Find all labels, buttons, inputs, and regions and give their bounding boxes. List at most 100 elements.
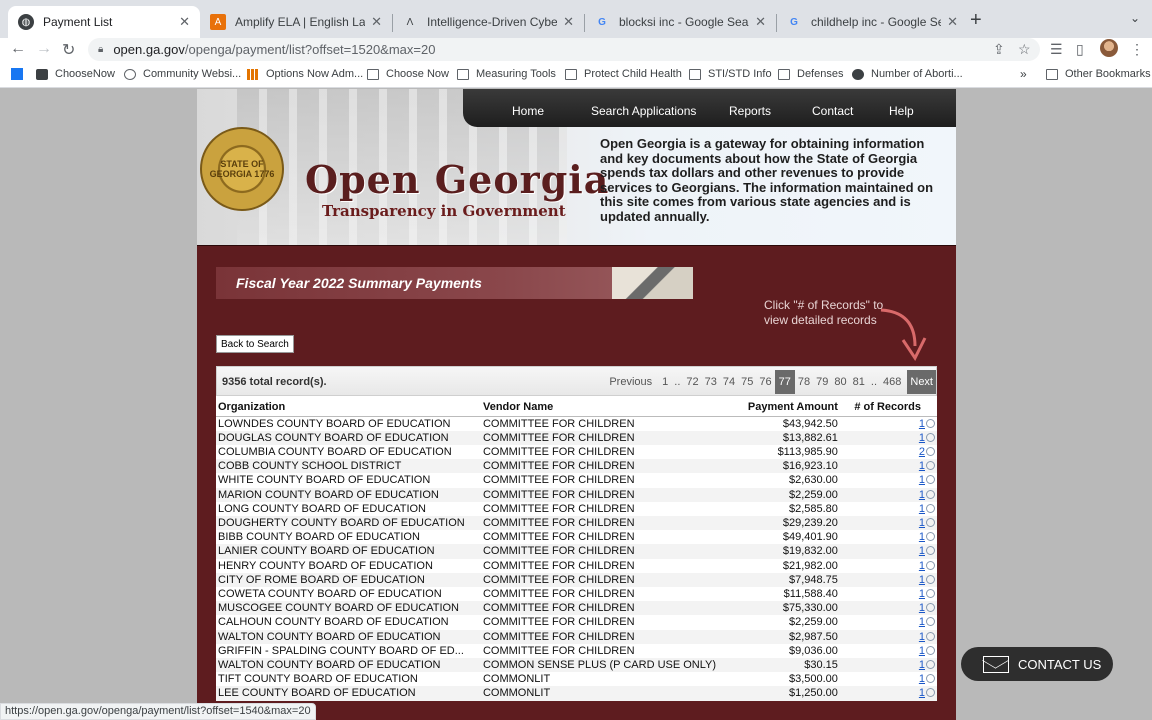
magnifier-icon[interactable] — [926, 645, 935, 655]
col-vendor-name[interactable]: Vendor Name — [480, 398, 719, 417]
magnifier-icon[interactable] — [926, 617, 935, 627]
pager-page-1[interactable]: 1 — [659, 376, 671, 388]
pager-page-78[interactable]: 78 — [795, 376, 813, 388]
close-tab-icon[interactable]: ✕ — [179, 14, 190, 30]
more-menu-icon[interactable]: ⋮ — [1130, 41, 1144, 58]
col-num-records[interactable]: # of Records — [839, 398, 937, 417]
records-link[interactable]: 1 — [919, 560, 925, 572]
nav-search-applications[interactable]: Search Applications — [591, 104, 696, 118]
bookmark-star-icon[interactable]: ☆ — [1018, 41, 1031, 58]
tab-childhelp-search[interactable]: G childhelp inc - Google Search ✕ — [776, 6, 968, 38]
records-link[interactable]: 1 — [919, 460, 925, 472]
contact-us-button[interactable]: CONTACT US — [961, 647, 1113, 681]
pager-page-73[interactable]: 73 — [702, 376, 720, 388]
tab-payment-list[interactable]: ◍ Payment List ✕ — [8, 6, 200, 38]
records-link[interactable]: 1 — [919, 545, 925, 557]
magnifier-icon[interactable] — [926, 588, 935, 598]
magnifier-icon[interactable] — [926, 461, 935, 471]
magnifier-icon[interactable] — [926, 574, 935, 584]
reading-list-icon[interactable]: ☰ — [1050, 41, 1063, 58]
pager-page-81[interactable]: 81 — [850, 376, 868, 388]
pager-previous[interactable]: Previous — [606, 376, 655, 388]
pager-page-74[interactable]: 74 — [720, 376, 738, 388]
close-tab-icon[interactable]: ✕ — [371, 14, 382, 30]
records-link[interactable]: 1 — [919, 432, 925, 444]
bookmark-choosenow[interactable]: ChooseNow — [36, 68, 115, 80]
magnifier-icon[interactable] — [926, 532, 935, 542]
magnifier-icon[interactable] — [926, 560, 935, 570]
bookmark-choose-now-folder[interactable]: Choose Now — [367, 68, 449, 80]
bookmark-defenses[interactable]: Defenses — [778, 68, 843, 80]
records-link[interactable]: 1 — [919, 645, 925, 657]
bookmark-facebook[interactable] — [11, 68, 30, 80]
magnifier-icon[interactable] — [926, 603, 935, 613]
magnifier-icon[interactable] — [926, 446, 935, 456]
nav-home[interactable]: Home — [512, 104, 544, 118]
bookmark-number-of-abortions[interactable]: Number of Aborti... — [852, 68, 963, 80]
records-link[interactable]: 1 — [919, 574, 925, 586]
bookmark-sti-std-info[interactable]: STI/STD Info — [689, 68, 772, 80]
records-link[interactable]: 1 — [919, 659, 925, 671]
pager-page-72[interactable]: 72 — [683, 376, 701, 388]
site-title[interactable]: Open Georgia — [305, 157, 609, 202]
nav-help[interactable]: Help — [889, 104, 914, 118]
records-link[interactable]: 1 — [919, 616, 925, 628]
magnifier-icon[interactable] — [926, 475, 935, 485]
col-organization[interactable]: Organization — [216, 398, 481, 417]
close-tab-icon[interactable]: ✕ — [755, 14, 766, 30]
magnifier-icon[interactable] — [926, 489, 935, 499]
pager-page-77[interactable]: 77 — [774, 370, 795, 394]
reload-icon[interactable]: ↻ — [62, 40, 75, 60]
pager-page-76[interactable]: 76 — [756, 376, 774, 388]
forward-arrow-icon[interactable]: → — [36, 40, 52, 58]
bookmark-community[interactable]: Community Websi... — [124, 68, 241, 80]
records-link[interactable]: 1 — [919, 631, 925, 643]
magnifier-icon[interactable] — [926, 659, 935, 669]
close-tab-icon[interactable]: ✕ — [563, 14, 574, 30]
tab-search-chevron-icon[interactable]: ⌄ — [1130, 11, 1140, 25]
lock-icon[interactable]: 🔒︎ — [98, 44, 103, 55]
magnifier-icon[interactable] — [926, 546, 935, 556]
records-link[interactable]: 1 — [919, 418, 925, 430]
records-link[interactable]: 1 — [919, 687, 925, 699]
records-link[interactable]: 1 — [919, 531, 925, 543]
share-icon[interactable]: ⇪ — [993, 41, 1005, 58]
pager-page-468[interactable]: 468 — [880, 376, 904, 388]
pager-next[interactable]: Next — [907, 370, 936, 394]
pager-page-75[interactable]: 75 — [738, 376, 756, 388]
col-payment-amount[interactable]: Payment Amount — [718, 398, 840, 417]
records-link[interactable]: 1 — [919, 673, 925, 685]
new-tab-button[interactable]: + — [970, 9, 982, 32]
bookmarks-overflow-button[interactable]: » — [1020, 67, 1027, 81]
magnifier-icon[interactable] — [926, 418, 935, 428]
bookmark-measuring-tools[interactable]: Measuring Tools — [457, 68, 556, 80]
back-arrow-icon[interactable]: ← — [10, 40, 26, 58]
magnifier-icon[interactable] — [926, 432, 935, 442]
side-panel-icon[interactable]: ▯ — [1076, 41, 1084, 58]
tab-cybersecurity[interactable]: Λ Intelligence-Driven Cybersecurity ✕ — [392, 6, 584, 38]
records-link[interactable]: 1 — [919, 503, 925, 515]
magnifier-icon[interactable] — [926, 503, 935, 513]
pager-page-79[interactable]: 79 — [813, 376, 831, 388]
bookmark-other-bookmarks[interactable]: Other Bookmarks — [1046, 68, 1151, 80]
records-link[interactable]: 1 — [919, 489, 925, 501]
pager-page-80[interactable]: 80 — [831, 376, 849, 388]
records-link[interactable]: 1 — [919, 602, 925, 614]
nav-contact[interactable]: Contact — [812, 104, 853, 118]
address-bar[interactable]: 🔒︎ open.ga.gov/openga/payment/list?offse… — [88, 38, 1040, 61]
records-link[interactable]: 2 — [919, 446, 925, 458]
magnifier-icon[interactable] — [926, 517, 935, 527]
records-link[interactable]: 1 — [919, 517, 925, 529]
records-link[interactable]: 1 — [919, 588, 925, 600]
bookmark-options-now[interactable]: Options Now Adm... — [247, 68, 363, 80]
records-link[interactable]: 1 — [919, 474, 925, 486]
profile-avatar[interactable] — [1100, 39, 1118, 57]
magnifier-icon[interactable] — [926, 631, 935, 641]
tab-blocksi-search[interactable]: G blocksi inc - Google Search ✕ — [584, 6, 776, 38]
nav-reports[interactable]: Reports — [729, 104, 771, 118]
magnifier-icon[interactable] — [926, 688, 935, 698]
back-to-search-button[interactable]: Back to Search — [216, 335, 294, 353]
tab-amplify[interactable]: A Amplify ELA | English Language ✕ — [200, 6, 392, 38]
bookmark-protect-child-health[interactable]: Protect Child Health — [565, 68, 682, 80]
magnifier-icon[interactable] — [926, 674, 935, 684]
